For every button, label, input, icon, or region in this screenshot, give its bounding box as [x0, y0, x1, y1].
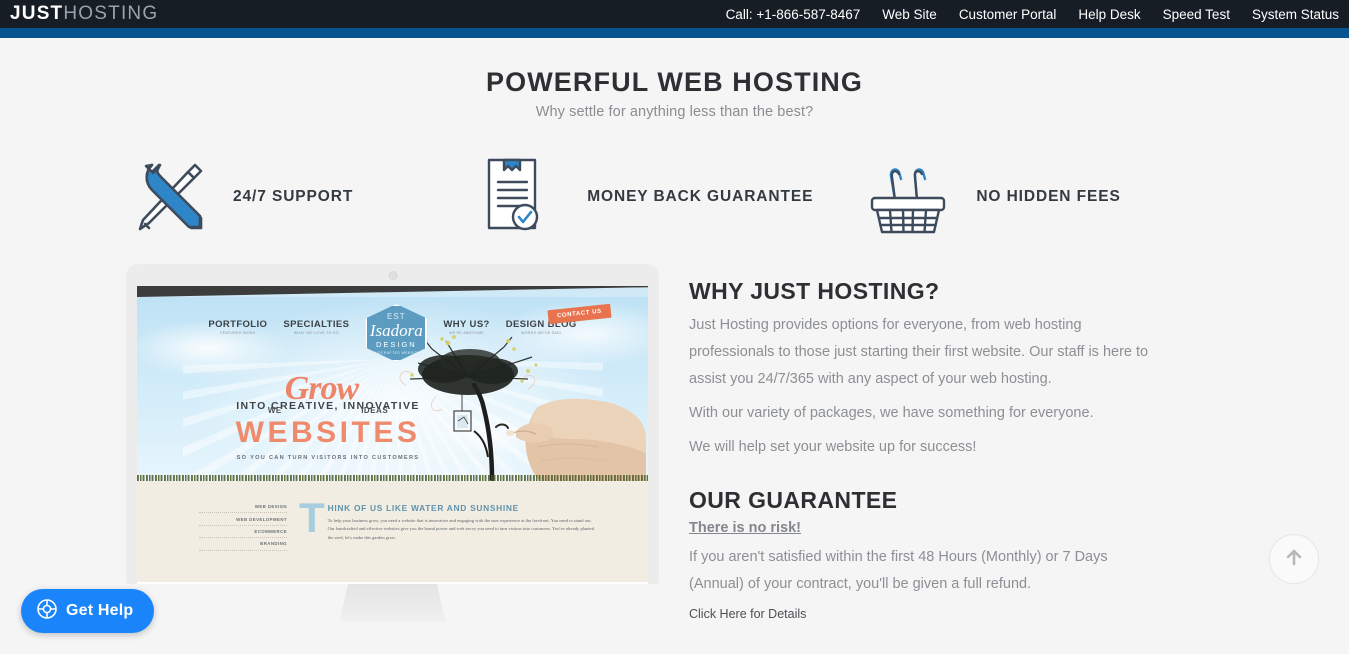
- scroll-to-top-button[interactable]: [1269, 534, 1319, 584]
- mock-headline-line1: WEGrowIDEAS: [159, 370, 497, 415]
- mock-badge-name: Isadora: [369, 320, 423, 340]
- mock-site-topbar: [137, 286, 648, 297]
- features-row: 24/7 SUPPORT MONEY BACK GUARANTEE NO HID…: [0, 149, 1349, 244]
- click-here-for-details-link[interactable]: Click Here for Details: [689, 607, 1159, 621]
- mock-services-list: WEB DESIGN WEB DEVELOPMENT ECOMMERCE BRA…: [137, 501, 287, 582]
- guarantee-body: If you aren't satisfied within the first…: [689, 549, 1108, 592]
- page-subtitle: Why settle for anything less than the be…: [535, 104, 814, 120]
- mock-nav-title: WHY US?: [443, 319, 490, 330]
- mock-badge-est: EST: [387, 311, 406, 321]
- lifering-icon: [37, 598, 57, 624]
- mock-site-lower-section: WEB DESIGN WEB DEVELOPMENT ECOMMERCE BRA…: [137, 481, 648, 582]
- info-column: WHY JUST HOSTING? Just Hosting provides …: [659, 264, 1159, 622]
- nav-item-web-site[interactable]: Web Site: [882, 7, 937, 22]
- mock-lower-heading: HINK OF US LIKE WATER AND SUNSHINE: [327, 503, 519, 513]
- nav-item-call[interactable]: Call: +1-866-587-8467: [726, 7, 861, 22]
- feature-label-support: 24/7 SUPPORT: [233, 187, 354, 205]
- monitor-screen: CONTACT US PORTFOLIO FEATURED WORK SPECI…: [137, 286, 648, 584]
- mock-isadora-logo[interactable]: EST Isadora DESIGN HANDCRAFTED WEBSITES: [365, 304, 428, 362]
- webcam-icon: [388, 271, 397, 280]
- mock-lower-text: HINK OF US LIKE WATER AND SUNSHINE To he…: [328, 501, 598, 582]
- list-item[interactable]: BRANDING: [199, 538, 287, 551]
- main-navigation: Call: +1-866-587-8467 Web Site Customer …: [726, 7, 1341, 22]
- nav-item-system-status[interactable]: System Status: [1252, 7, 1339, 22]
- feature-label-money-back: MONEY BACK GUARANTEE: [587, 187, 814, 205]
- mock-nav-sub: WORDS WE'VE SAID: [521, 330, 562, 335]
- list-item[interactable]: WEB DESIGN: [199, 501, 287, 514]
- site-header: JUSTHOSTING Call: +1-866-587-8467 Web Si…: [0, 0, 1349, 28]
- mock-nav-specialties[interactable]: SPECIALTIES WHAT WE LOVE TO DO: [283, 307, 349, 336]
- clipboard-check-icon: [483, 149, 545, 244]
- mock-headline-ideas: IDEAS: [361, 406, 389, 415]
- nav-item-help-desk[interactable]: Help Desk: [1078, 7, 1140, 22]
- grass-decoration: [137, 475, 648, 481]
- mock-headline-line4: SO YOU CAN TURN VISITORS INTO CUSTOMERS: [236, 455, 420, 461]
- why-section-title: WHY JUST HOSTING?: [689, 278, 940, 304]
- why-paragraph-3: We will help set your website up for suc…: [689, 439, 977, 455]
- mock-headline-we: WE: [267, 406, 282, 415]
- header-accent-stripe: [0, 28, 1349, 38]
- hero-section: POWERFUL WEB HOSTING Why settle for anyt…: [0, 38, 1349, 120]
- list-item[interactable]: ECOMMERCE: [199, 526, 287, 539]
- mock-badge-tagline: HANDCRAFTED WEBSITES: [369, 350, 424, 355]
- feature-money-back: MONEY BACK GUARANTEE: [483, 149, 813, 244]
- feature-no-hidden-fees: NO HIDDEN FEES: [865, 149, 1120, 244]
- mock-nav-why-us[interactable]: WHY US? WE'RE AWESOME: [443, 307, 489, 336]
- wrench-screwdriver-icon: [122, 149, 217, 244]
- arrow-up-icon: [1283, 546, 1305, 573]
- mock-headline-grow: Grow: [284, 370, 359, 407]
- mock-nav-portfolio[interactable]: PORTFOLIO FEATURED WORK: [208, 307, 267, 336]
- nav-item-customer-portal[interactable]: Customer Portal: [959, 7, 1057, 22]
- no-risk-link[interactable]: There is no risk!: [689, 520, 801, 536]
- mock-dropcap: T: [299, 494, 325, 541]
- get-help-button[interactable]: Get Help: [21, 589, 155, 633]
- shopping-basket-icon: [865, 149, 951, 244]
- site-logo[interactable]: JUSTHOSTING: [10, 3, 158, 25]
- why-paragraph-2: With our variety of packages, we have so…: [689, 405, 1094, 421]
- logo-hosting: HOSTING: [63, 3, 159, 24]
- mock-nav-title: SPECIALTIES: [283, 319, 350, 330]
- feature-support: 24/7 SUPPORT: [122, 149, 353, 244]
- feature-label-no-hidden-fees: NO HIDDEN FEES: [976, 187, 1121, 205]
- nav-item-speed-test[interactable]: Speed Test: [1163, 7, 1230, 22]
- monitor-frame: CONTACT US PORTFOLIO FEATURED WORK SPECI…: [126, 264, 659, 584]
- mock-site-footer: [137, 582, 648, 584]
- mock-badge-sub: DESIGN: [375, 339, 417, 349]
- page-title: POWERFUL WEB HOSTING: [486, 67, 863, 97]
- mock-lower-paragraph: To help your business grow, you need a w…: [327, 518, 594, 540]
- logo-just: JUST: [10, 3, 64, 24]
- mock-nav-sub: FEATURED WORK: [220, 330, 256, 335]
- main-content: CONTACT US PORTFOLIO FEATURED WORK SPECI…: [0, 264, 1349, 622]
- get-help-label: Get Help: [66, 602, 134, 619]
- mock-nav-title: PORTFOLIO: [208, 319, 268, 330]
- mock-site-hero: CONTACT US PORTFOLIO FEATURED WORK SPECI…: [137, 297, 648, 481]
- mock-headline: WEGrowIDEAS INTO CREATIVE, INNOVATIVE WE…: [137, 370, 497, 461]
- monitor-mockup: CONTACT US PORTFOLIO FEATURED WORK SPECI…: [126, 264, 659, 622]
- why-paragraph-1: Just Hosting provides options for everyo…: [689, 317, 1149, 387]
- monitor-stand: [339, 584, 446, 622]
- mock-headline-line3: WEBSITES: [235, 416, 421, 449]
- mock-nav-sub: WHAT WE LOVE TO DO: [293, 330, 339, 335]
- mock-nav-sub: WE'RE AWESOME: [449, 330, 484, 335]
- guarantee-section-title: OUR GUARANTEE: [689, 487, 898, 513]
- list-item[interactable]: WEB DEVELOPMENT: [199, 513, 287, 526]
